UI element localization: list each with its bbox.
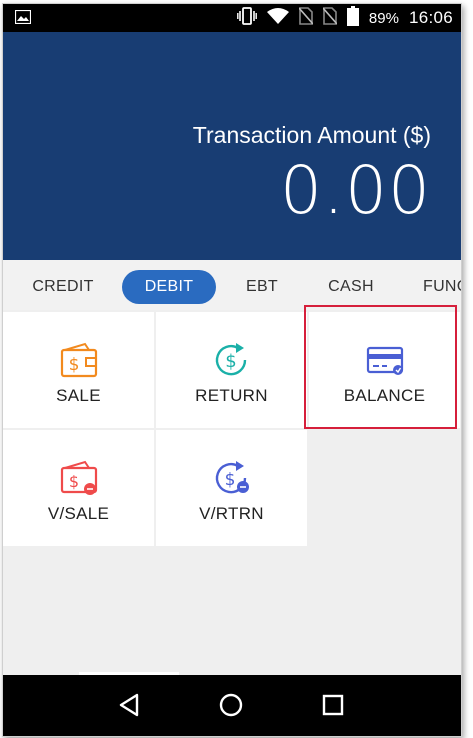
void-return-button[interactable]: $ V/RTRN (156, 430, 307, 546)
recents-icon[interactable] (317, 689, 349, 721)
payment-type-tabs: CREDIT DEBIT EBT CASH FUNC (3, 260, 461, 310)
battery-icon (346, 5, 359, 31)
device-screen: 89% 16:06 Transaction Amount ($) 0.00 CR… (2, 3, 462, 737)
balance-button[interactable]: BALANCE (309, 312, 460, 428)
void-sale-label: V/SALE (47, 504, 110, 523)
back-icon[interactable] (113, 689, 145, 721)
battery-percent: 89% (368, 9, 399, 27)
void-sale-icon: $ (59, 460, 99, 496)
tab-func[interactable]: FUNC (411, 270, 461, 304)
card-balance-icon (365, 342, 405, 378)
image-icon (14, 9, 32, 29)
status-bar: 89% 16:06 (3, 4, 461, 32)
return-button[interactable]: $ RETURN (156, 312, 307, 428)
clock: 16:06 (408, 8, 453, 27)
return-label: RETURN (195, 386, 268, 405)
tab-debit[interactable]: DEBIT (122, 270, 216, 304)
home-icon[interactable] (215, 689, 247, 721)
wallet-dollar-icon: $ (59, 342, 99, 378)
no-sim-icon (322, 6, 338, 30)
tab-ebt[interactable]: EBT (229, 270, 295, 304)
balance-label: BALANCE (343, 386, 426, 405)
sale-button[interactable]: $ SALE (3, 312, 154, 428)
transaction-grid: $ SALE $ RETURN BALANCE $ V/SALE $ V/RTR… (3, 312, 461, 552)
no-sim-icon (298, 6, 314, 30)
dollar-return-icon: $ (212, 342, 252, 378)
wifi-icon (266, 7, 289, 29)
svg-text:$: $ (225, 351, 236, 372)
tab-credit[interactable]: CREDIT (17, 270, 109, 304)
amount-label: Transaction Amount ($) (192, 122, 431, 148)
navigation-bar (3, 675, 461, 736)
void-sale-button[interactable]: $ V/SALE (3, 430, 154, 546)
void-return-icon: $ (212, 460, 252, 496)
sale-label: SALE (56, 386, 101, 405)
tab-cash[interactable]: CASH (313, 270, 389, 304)
svg-text:$: $ (224, 470, 235, 490)
amount-value: 0.00 (280, 152, 431, 229)
void-return-label: V/RTRN (199, 504, 264, 523)
svg-text:$: $ (68, 472, 78, 491)
amount-header: Transaction Amount ($) 0.00 (3, 32, 461, 260)
vibrate-icon (237, 6, 257, 30)
svg-text:$: $ (68, 355, 79, 375)
